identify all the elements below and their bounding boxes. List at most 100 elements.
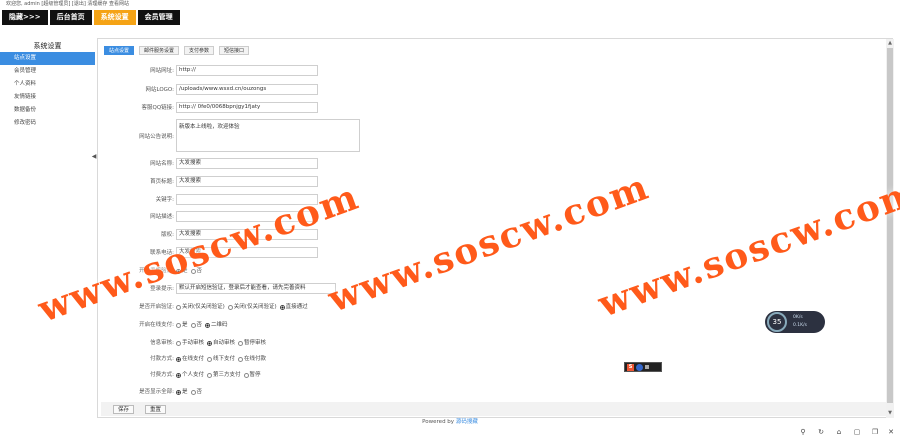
radio-icon[interactable] bbox=[176, 340, 181, 346]
site-logo-input[interactable]: /uploads/www.wsxd.cn/ouzongs bbox=[176, 84, 318, 95]
speed-percent: 35 bbox=[767, 312, 787, 332]
radio-selected-icon[interactable] bbox=[205, 322, 211, 328]
login-tip-input[interactable]: 默认开启短信验证，登录后才能查看，请先完善资料 bbox=[176, 283, 336, 294]
pay-mode-option-other[interactable]: 在线付款 bbox=[238, 353, 266, 365]
radio-selected-icon[interactable] bbox=[176, 389, 181, 395]
pay-type-option-pause[interactable]: 暂停 bbox=[243, 369, 261, 381]
audit-mode-options: 手动审核 自动审核 暂停审核 bbox=[176, 337, 269, 349]
scroll-down-icon[interactable]: ▼ bbox=[887, 410, 893, 416]
row-open-pay: 开启在线支付: 是 否 二维码 bbox=[98, 319, 798, 331]
pay-mode-option-offline[interactable]: 线下支付 bbox=[207, 353, 235, 365]
ime-mode-icon[interactable] bbox=[636, 363, 643, 371]
pay-type-option-third[interactable]: 第三方支付 bbox=[207, 369, 241, 381]
radio-icon[interactable] bbox=[207, 372, 213, 378]
qq-service-input[interactable]: http:// 0fe0/0068bpnjgy1fjaty bbox=[176, 102, 318, 113]
home-icon[interactable]: ⌂ bbox=[834, 427, 844, 437]
pin-icon[interactable]: ⚲ bbox=[798, 427, 808, 437]
topnav-home-button[interactable]: 后台首页 bbox=[49, 10, 92, 25]
radio-icon[interactable] bbox=[176, 322, 181, 328]
radio-selected-icon[interactable] bbox=[176, 372, 181, 378]
open-pay-option-yes[interactable]: 是 bbox=[176, 319, 188, 331]
option-label: 否 bbox=[196, 389, 203, 395]
verify-mode-option-1[interactable]: 关闭(仅关闭验证) bbox=[176, 301, 225, 313]
show-all-option-no[interactable]: 否 bbox=[190, 386, 203, 398]
site-name-input[interactable]: 大发搜索 bbox=[176, 158, 318, 169]
form-button-bar: 保存 重置 bbox=[101, 402, 887, 416]
close-icon[interactable]: ✕ bbox=[886, 427, 896, 437]
audit-mode-option-manual[interactable]: 手动审核 bbox=[176, 337, 204, 349]
bottom-toolbar: ⚲ ↻ ⌂ ▢ ❐ ✕ bbox=[0, 426, 900, 438]
radio-icon[interactable] bbox=[190, 322, 196, 328]
radio-icon[interactable] bbox=[190, 389, 196, 395]
label-site-url: 网站网址: bbox=[150, 68, 174, 74]
label-copyright: 版权: bbox=[161, 232, 174, 238]
scroll-up-icon[interactable]: ▲ bbox=[887, 40, 893, 46]
tab-site-settings[interactable]: 站点设置 bbox=[104, 46, 135, 55]
tab-sms[interactable]: 短信接口 bbox=[219, 46, 250, 55]
sidebar-item-site-settings[interactable]: 站点设置 bbox=[0, 52, 95, 65]
verify-mode-options: 关闭(仅关闭验证) 关闭(仅关闭验证) 直接通过 bbox=[176, 301, 311, 313]
option-label: 在线付款 bbox=[244, 356, 267, 362]
site-notice-textarea[interactable]: 新版本上线啦，欢迎体验 bbox=[176, 119, 360, 152]
audit-mode-option-pause[interactable]: 暂停审核 bbox=[238, 337, 266, 349]
window-icon[interactable]: ▢ bbox=[852, 427, 862, 437]
label-audit-mode: 信息审核: bbox=[150, 340, 174, 346]
radio-selected-icon[interactable] bbox=[207, 340, 213, 346]
verify-mode-option-2[interactable]: 关闭(仅关闭验证) bbox=[227, 301, 277, 313]
ime-menu-icon[interactable] bbox=[645, 365, 649, 369]
label-description: 网站描述: bbox=[150, 214, 174, 220]
tab-payment[interactable]: 支付参数 bbox=[184, 46, 215, 55]
radio-selected-icon[interactable] bbox=[279, 304, 285, 310]
row-site-url: 网站网址: http:// bbox=[98, 65, 798, 77]
pay-mode-option-online[interactable]: 在线支付 bbox=[176, 353, 204, 365]
topnav-hide-button[interactable]: 隐藏>>> bbox=[2, 10, 48, 25]
open-pay-option-no[interactable]: 否 bbox=[190, 319, 202, 331]
scrollbar-thumb[interactable] bbox=[887, 48, 893, 403]
sidebar-item-members[interactable]: 会员管理 bbox=[0, 65, 95, 78]
refresh-icon[interactable]: ↻ bbox=[816, 427, 826, 437]
option-label: 二维码 bbox=[211, 322, 228, 328]
option-label: 暂停 bbox=[249, 372, 261, 378]
row-pay-type: 付费方式: 个人支付 第三方支付 暂停 bbox=[98, 369, 798, 381]
ime-toolbar[interactable]: S bbox=[624, 362, 662, 372]
label-verify-mode: 是否开启验证: bbox=[139, 304, 174, 310]
radio-icon[interactable] bbox=[207, 356, 213, 362]
audit-mode-option-auto[interactable]: 自动审核 bbox=[207, 337, 235, 349]
site-url-input[interactable]: http:// bbox=[176, 65, 318, 76]
topnav-members-button[interactable]: 会员管理 bbox=[137, 10, 180, 25]
radio-icon[interactable] bbox=[238, 356, 244, 362]
show-all-option-yes[interactable]: 是 bbox=[176, 386, 188, 398]
sidebar-item-links[interactable]: 友情链接 bbox=[0, 91, 95, 104]
row-pay-mode: 付款方式: 在线支付 线下支付 在线付款 bbox=[98, 353, 798, 365]
label-site-notice: 网站公告说明: bbox=[139, 134, 174, 140]
radio-selected-icon[interactable] bbox=[176, 356, 181, 362]
powered-brand-link[interactable]: 源码搜藏 bbox=[456, 419, 478, 425]
topnav-settings-button[interactable]: 系统设置 bbox=[93, 10, 136, 25]
radio-icon[interactable] bbox=[227, 304, 233, 310]
row-site-logo: 网站LOGO: /uploads/www.wsxd.cn/ouzongs bbox=[98, 84, 798, 96]
sidebar-item-backup[interactable]: 数据备份 bbox=[0, 104, 95, 117]
option-label: 线下支付 bbox=[213, 356, 236, 362]
radio-icon[interactable] bbox=[176, 304, 181, 310]
network-speed-widget[interactable]: 35 0K/s 0.1K/s bbox=[765, 311, 825, 333]
verify-mode-option-3[interactable]: 直接通过 bbox=[279, 301, 308, 313]
option-label: 是 bbox=[182, 322, 188, 328]
option-label: 自动审核 bbox=[213, 340, 236, 346]
sidebar-item-profile[interactable]: 个人资料 bbox=[0, 78, 95, 91]
tab-mail-settings[interactable]: 邮件服务设置 bbox=[139, 46, 180, 55]
open-pay-option-qr[interactable]: 二维码 bbox=[205, 319, 228, 331]
reset-button[interactable]: 重置 bbox=[145, 405, 167, 414]
sidebar-item-password[interactable]: 修改密码 bbox=[0, 117, 95, 130]
radio-icon[interactable] bbox=[243, 372, 249, 378]
restore-icon[interactable]: ❐ bbox=[870, 427, 880, 437]
top-nav: 隐藏>>> 后台首页 系统设置 会员管理 bbox=[2, 10, 180, 25]
title-name-input[interactable]: 大发搜索 bbox=[176, 176, 318, 187]
pay-type-option-personal[interactable]: 个人支付 bbox=[176, 369, 204, 381]
save-button[interactable]: 保存 bbox=[113, 405, 135, 414]
tab-bar: 站点设置 邮件服务设置 支付参数 短信接口 bbox=[104, 46, 250, 55]
label-title-name: 首页标题: bbox=[150, 179, 174, 185]
option-label: 是 bbox=[182, 389, 188, 395]
radio-icon[interactable] bbox=[238, 340, 244, 346]
powered-prefix: Powered by bbox=[422, 419, 455, 425]
label-open-pay: 开启在线支付: bbox=[139, 322, 174, 328]
